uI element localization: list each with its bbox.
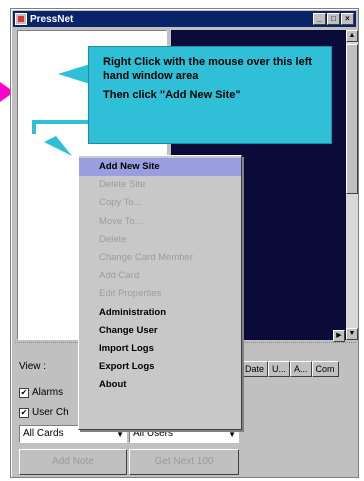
- log-column-headers: Date U... A... Com: [241, 361, 339, 377]
- get-next-button[interactable]: Get Next 100: [129, 449, 239, 475]
- menu-item-about[interactable]: About: [79, 376, 241, 394]
- scroll-thumb[interactable]: [346, 44, 358, 194]
- scroll-down-arrow-icon[interactable]: ▼: [346, 328, 358, 340]
- add-note-button[interactable]: Add Note: [19, 449, 127, 475]
- user-changes-label: User Ch: [32, 407, 69, 418]
- menu-item-delete-site[interactable]: Delete Site: [79, 176, 241, 194]
- title-bar[interactable]: PressNet _ □ ×: [13, 11, 356, 27]
- column-header-date[interactable]: Date: [241, 361, 269, 377]
- menu-item-import-logs[interactable]: Import Logs: [79, 340, 241, 358]
- callout-line-2: Then click "Add New Site": [103, 89, 241, 101]
- view-label: View :: [19, 361, 47, 372]
- menu-item-administration[interactable]: Administration: [79, 304, 241, 322]
- close-button[interactable]: ×: [341, 13, 354, 25]
- alarms-checkbox[interactable]: ✔ Alarms: [19, 387, 63, 398]
- minimize-button[interactable]: _: [313, 13, 326, 25]
- column-header-action[interactable]: A...: [290, 361, 312, 377]
- menu-item-copy-to[interactable]: Copy To...: [79, 194, 241, 212]
- cards-select-value: All Cards: [23, 428, 64, 439]
- tutorial-screenshot: PressNet _ □ × ▲ ▼ ▶ View : Date U... A.…: [0, 0, 364, 481]
- scroll-right-arrow-icon[interactable]: ▶: [333, 330, 345, 342]
- alarms-label: Alarms: [32, 387, 64, 398]
- callout-tail-icon: [58, 64, 90, 84]
- app-icon: [15, 13, 27, 25]
- checkmark-icon: ✔: [19, 407, 29, 418]
- checkmark-icon: ✔: [19, 387, 29, 398]
- column-header-comment[interactable]: Com: [311, 361, 339, 377]
- column-header-user[interactable]: U...: [268, 361, 291, 377]
- menu-item-delete[interactable]: Delete: [79, 231, 241, 249]
- vertical-scrollbar[interactable]: ▲ ▼: [346, 30, 358, 340]
- context-menu: Add New Site Delete Site Copy To... Move…: [78, 155, 242, 430]
- instruction-callout: Right Click with the mouse over this lef…: [88, 46, 332, 144]
- connector-arrow-icon: [32, 120, 88, 156]
- menu-item-export-logs[interactable]: Export Logs: [79, 358, 241, 376]
- window-title: PressNet: [30, 13, 74, 25]
- menu-item-add-card[interactable]: Add Card: [79, 267, 241, 285]
- window-controls: _ □ ×: [313, 13, 354, 25]
- maximize-button[interactable]: □: [327, 13, 340, 25]
- menu-item-change-card-member[interactable]: Change Card Member: [79, 249, 241, 267]
- scroll-up-arrow-icon[interactable]: ▲: [346, 30, 358, 42]
- menu-item-move-to[interactable]: Move To...: [79, 213, 241, 231]
- callout-line-1: Right Click with the mouse over this lef…: [103, 56, 313, 82]
- user-changes-checkbox[interactable]: ✔ User Ch: [19, 407, 69, 418]
- menu-item-add-new-site[interactable]: Add New Site: [79, 158, 241, 177]
- menu-item-edit-properties[interactable]: Edit Properties: [79, 285, 241, 303]
- menu-item-change-user[interactable]: Change User: [79, 322, 241, 340]
